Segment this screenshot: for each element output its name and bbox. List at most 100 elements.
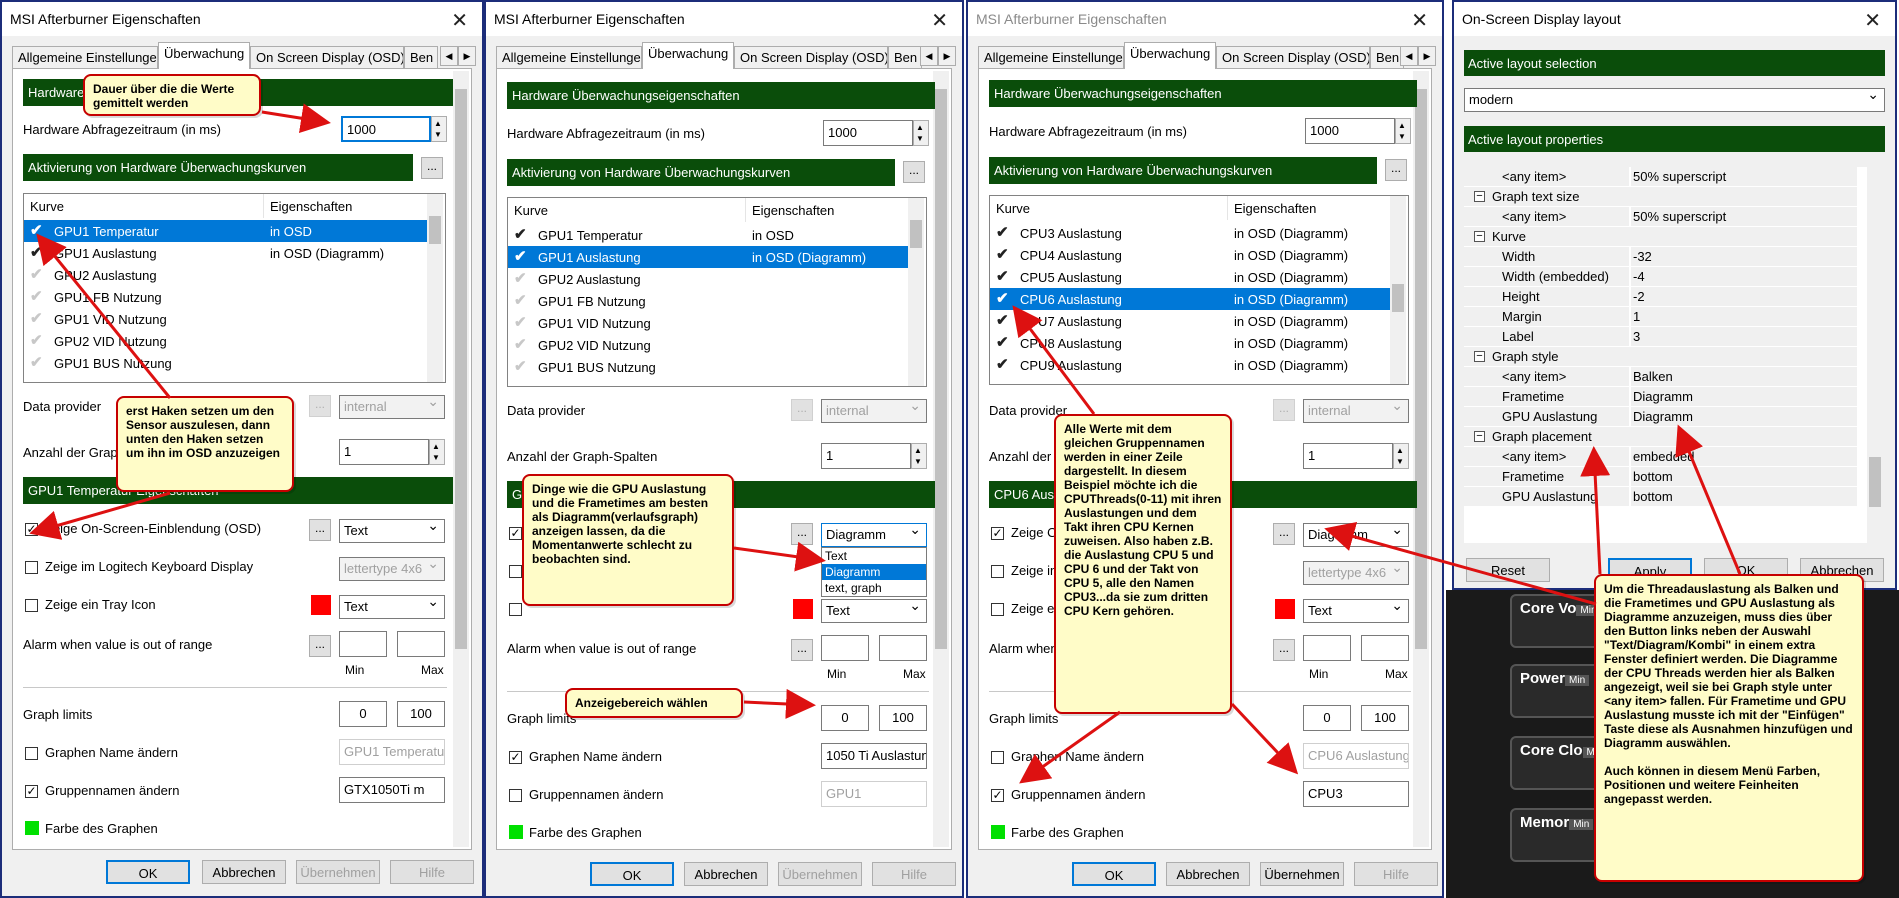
group-name-input[interactable]: GTX1050Ti m [339, 777, 445, 803]
checked-icon[interactable]: ✔ [996, 289, 1009, 307]
tray-mode-select[interactable]: Text [339, 595, 445, 619]
rename-checkbox[interactable]: ✓ [509, 751, 522, 764]
provider-settings-button[interactable]: ... [1273, 399, 1295, 421]
list-item[interactable]: ✔ GPU1 BUS Nutzung [508, 356, 908, 378]
ok-button[interactable]: OK [590, 862, 674, 886]
list-item[interactable]: ✔ GPU2 VID Nutzung [508, 334, 908, 356]
poll-spinner[interactable]: ▲ ▼ [913, 120, 929, 146]
property-row[interactable]: GPU Auslastung Diagramm [1464, 407, 1857, 427]
tray-checkbox[interactable] [509, 603, 522, 616]
tab-osd[interactable]: On Screen Display (OSD) [734, 46, 888, 68]
graph-columns-spinner[interactable]: ▲ ▼ [429, 439, 445, 465]
list-item[interactable]: ✔ GPU2 VID Nutzung [24, 330, 427, 352]
help-button[interactable]: Hilfe [872, 862, 956, 886]
tray-mode-select[interactable]: Text [821, 599, 927, 623]
title-bar[interactable]: MSI Afterburner Eigenschaften ✕ [486, 2, 962, 36]
tab-scroll-left-icon[interactable]: ◀ [440, 46, 458, 66]
tab-scroll-left-icon[interactable]: ◀ [920, 46, 938, 66]
property-value[interactable]: embedded [1631, 447, 1857, 467]
osd-mode-select[interactable]: Diagramm [1303, 523, 1409, 547]
column-curve[interactable]: Kurve [24, 194, 264, 218]
help-button[interactable]: Hilfe [390, 860, 474, 884]
property-row[interactable]: Height -2 [1464, 287, 1857, 307]
list-item[interactable]: ✔ CPU6 Auslastung in OSD (Diagramm) [990, 288, 1390, 310]
list-scrollbar[interactable] [908, 198, 924, 386]
poll-spinner[interactable]: ▲ ▼ [431, 116, 447, 142]
list-item[interactable]: ✔ CPU7 Auslastung in OSD (Diagramm) [990, 310, 1390, 332]
property-row[interactable]: <any item> 50% superscript [1464, 207, 1857, 227]
column-properties[interactable]: Eigenschaften [746, 198, 910, 222]
list-item[interactable]: ✔ GPU2 Auslastung [508, 268, 908, 290]
pane-scrollbar[interactable] [933, 71, 949, 847]
property-row[interactable]: Frametime Diagramm [1464, 387, 1857, 407]
apply-button[interactable]: Übernehmen [778, 862, 862, 886]
group-name-input[interactable]: GPU1 [821, 781, 927, 807]
graph-color-swatch[interactable] [509, 825, 523, 839]
group-checkbox[interactable]: ✓ [991, 789, 1004, 802]
property-value[interactable]: bottom [1631, 487, 1857, 507]
unchecked-icon[interactable]: ✔ [514, 313, 527, 331]
tray-color-swatch[interactable] [793, 599, 813, 619]
property-row[interactable]: <any item> 50% superscript [1464, 167, 1857, 187]
tab-benchmark[interactable]: Ben [888, 46, 922, 68]
list-item[interactable]: ✔ GPU1 Auslastung in OSD (Diagramm) [24, 242, 427, 264]
limit-max-input[interactable]: 100 [879, 705, 927, 731]
osd-mode-select[interactable]: Text [339, 519, 445, 543]
list-scrollbar[interactable] [427, 194, 443, 382]
apply-button[interactable]: Übernehmen [296, 860, 380, 884]
list-item[interactable]: ✔ GPU1 Temperatur in OSD [508, 224, 908, 246]
property-row[interactable]: Frametime bottom [1464, 467, 1857, 487]
list-item[interactable]: ✔ GPU1 Auslastung in OSD (Diagramm) [508, 246, 908, 268]
list-item[interactable]: ✔ CPU8 Auslastung in OSD (Diagramm) [990, 332, 1390, 354]
checked-icon[interactable]: ✔ [996, 245, 1009, 263]
property-row[interactable]: Width (embedded) -4 [1464, 267, 1857, 287]
collapse-icon[interactable]: − [1474, 231, 1485, 242]
tab-osd[interactable]: On Screen Display (OSD) [250, 46, 404, 68]
tab-benchmark[interactable]: Ben [1370, 46, 1404, 68]
logitech-font-select[interactable]: lettertype 4x6 [339, 557, 445, 581]
checked-icon[interactable]: ✔ [30, 243, 43, 261]
pane-scrollbar[interactable] [1413, 71, 1429, 847]
list-item[interactable]: ✔ GPU1 Temperatur in OSD [24, 220, 427, 242]
osd-layout-button[interactable]: ... [791, 523, 813, 545]
alarm-max-input[interactable] [1361, 635, 1409, 661]
close-icon[interactable]: ✕ [451, 8, 468, 32]
group-checkbox[interactable]: ✓ [25, 785, 38, 798]
list-item[interactable]: ✔ CPU3 Auslastung in OSD (Diagramm) [990, 222, 1390, 244]
tab-osd[interactable]: On Screen Display (OSD) [1216, 46, 1370, 68]
list-item[interactable]: ✔ GPU2 Auslastung [24, 264, 427, 286]
option-text[interactable]: Text [822, 548, 926, 564]
list-item[interactable]: ✔ GPU1 FB Nutzung [24, 286, 427, 308]
checked-icon[interactable]: ✔ [514, 247, 527, 265]
provider-select[interactable]: internal [339, 395, 445, 419]
list-item[interactable]: ✔ GPU1 VID Nutzung [24, 308, 427, 330]
collapse-icon[interactable]: − [1474, 431, 1485, 442]
tab-monitoring[interactable]: Überwachung [1124, 42, 1216, 69]
checked-icon[interactable]: ✔ [514, 225, 527, 243]
property-value[interactable]: 50% superscript [1631, 167, 1857, 187]
cancel-button[interactable]: Abbrechen [202, 860, 286, 884]
graph-columns-spinner[interactable]: ▲ ▼ [1393, 443, 1409, 469]
list-scrollbar[interactable] [1390, 196, 1406, 384]
graph-color-swatch[interactable] [25, 821, 39, 835]
checked-icon[interactable]: ✔ [996, 355, 1009, 373]
property-value[interactable]: -4 [1631, 267, 1857, 287]
curves-settings-button[interactable]: ... [1385, 159, 1407, 181]
limit-min-input[interactable]: 0 [339, 701, 387, 727]
checked-icon[interactable]: ✔ [996, 311, 1009, 329]
property-group[interactable]: Graph text size − [1464, 187, 1857, 207]
tab-scroll-right-icon[interactable]: ▶ [458, 46, 476, 66]
curves-settings-button[interactable]: ... [903, 161, 925, 183]
apply-button[interactable]: Übernehmen [1260, 862, 1344, 886]
checked-icon[interactable]: ✔ [30, 221, 43, 239]
option-diagram[interactable]: Diagramm [822, 564, 926, 580]
title-bar[interactable]: MSI Afterburner Eigenschaften ✕ [2, 2, 482, 36]
graph-columns-input[interactable]: 1 [339, 439, 429, 465]
list-item[interactable]: ✔ CPU5 Auslastung in OSD (Diagramm) [990, 266, 1390, 288]
cancel-button[interactable]: Abbrechen [684, 862, 768, 886]
unchecked-icon[interactable]: ✔ [514, 335, 527, 353]
unchecked-icon[interactable]: ✔ [514, 357, 527, 375]
rename-checkbox[interactable] [25, 747, 38, 760]
close-icon[interactable]: ✕ [1411, 8, 1428, 32]
limit-max-input[interactable]: 100 [1361, 705, 1409, 731]
